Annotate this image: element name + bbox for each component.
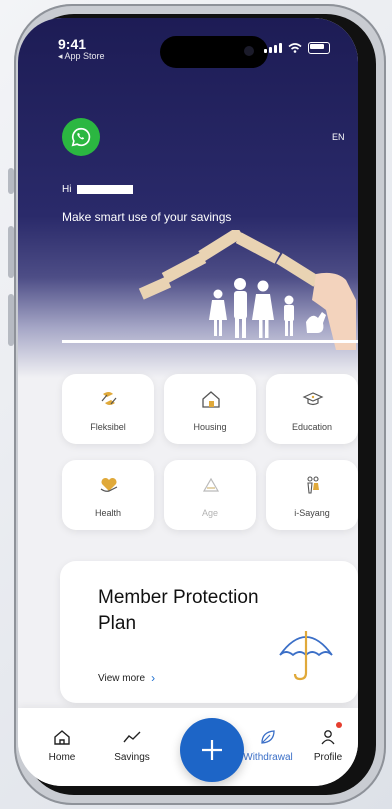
age-icon: [200, 474, 222, 496]
category-label: i-Sayang: [294, 508, 330, 518]
category-fleksibel[interactable]: Fleksibel: [62, 374, 154, 444]
leaf-icon: [238, 726, 298, 748]
category-health[interactable]: Health: [62, 460, 154, 530]
trend-icon: [102, 726, 162, 748]
battery-icon: [308, 42, 330, 54]
nav-withdrawal[interactable]: Withdrawal: [238, 726, 298, 763]
view-more-link[interactable]: View more ›: [98, 671, 155, 685]
nav-label: Home: [48, 752, 76, 763]
house-icon: [200, 388, 222, 410]
category-education[interactable]: Education: [266, 374, 358, 444]
category-label: Housing: [193, 422, 227, 432]
category-i-sayang[interactable]: i-Sayang: [266, 460, 358, 530]
greeting-prefix: Hi: [62, 184, 72, 195]
whatsapp-icon: [71, 127, 91, 147]
status-bar: 9:41 ◂ App Store: [18, 30, 358, 68]
flexible-icon: [98, 388, 120, 410]
dynamic-island: [160, 36, 268, 68]
signal-icon: [264, 43, 282, 53]
nav-savings[interactable]: Savings: [102, 726, 162, 763]
home-icon: [32, 726, 92, 748]
couple-icon: [302, 474, 324, 496]
heart-hand-icon: [98, 474, 120, 496]
category-label: Education: [291, 422, 333, 432]
notification-dot: [336, 722, 342, 728]
plus-icon: [202, 740, 222, 760]
chevron-right-icon: ›: [151, 671, 156, 685]
nav-label: Withdrawal: [243, 752, 293, 763]
wifi-icon: [288, 43, 302, 53]
app-screen: 9:41 ◂ App Store EN Hi Make smart use of…: [18, 18, 358, 786]
back-to-app-store[interactable]: ◂ App Store: [58, 51, 105, 62]
greeting: Hi: [62, 184, 134, 195]
umbrella-icon: [279, 631, 333, 681]
nav-label: Profile: [313, 752, 343, 763]
hero-divider: [62, 340, 358, 343]
graduation-cap-icon: [302, 388, 324, 410]
status-time: 9:41: [58, 36, 87, 52]
nav-home[interactable]: Home: [32, 726, 92, 763]
category-label: Fleksibel: [90, 422, 126, 432]
view-more-label: View more: [98, 672, 146, 684]
category-label: Age: [201, 508, 218, 518]
redacted-user-name: [77, 185, 134, 194]
camera-dot: [244, 46, 254, 56]
status-icons: [264, 42, 330, 54]
whatsapp-button[interactable]: [62, 118, 100, 156]
add-button[interactable]: [180, 718, 244, 782]
category-label: Health: [94, 508, 121, 518]
card-title: Member Protection Plan: [98, 587, 259, 634]
nav-profile[interactable]: Profile: [298, 726, 358, 763]
category-age[interactable]: Age: [164, 460, 256, 530]
member-protection-card[interactable]: Member Protection Plan View more ›: [60, 561, 358, 703]
person-icon: [298, 726, 358, 748]
language-selector[interactable]: EN: [332, 132, 345, 142]
tagline: Make smart use of your savings: [62, 210, 232, 224]
category-housing[interactable]: Housing: [164, 374, 256, 444]
nav-label: Savings: [114, 752, 150, 763]
